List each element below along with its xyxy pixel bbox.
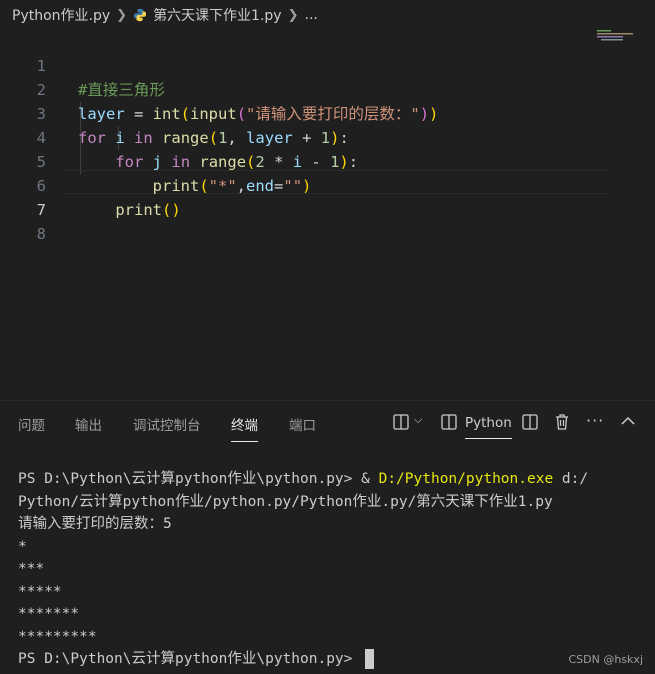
code-line: 6 print() bbox=[0, 150, 655, 219]
terminal-cursor bbox=[365, 649, 375, 669]
python-file-icon bbox=[133, 8, 147, 22]
terminal-line: ******* bbox=[18, 606, 80, 622]
chevron-down-icon[interactable]: ⌵ bbox=[414, 413, 422, 427]
code-line: 1 #直接三角形 bbox=[0, 30, 655, 99]
terminal-line: ***** bbox=[18, 583, 62, 600]
terminal-prompt-line: PS D:\Python\云计算python作业\python.py> bbox=[18, 648, 648, 671]
breadcrumb-more[interactable]: ... bbox=[305, 7, 318, 23]
code-editor[interactable]: 1 #直接三角形 2 layer = int(input("请输入要打印的层数：… bbox=[0, 30, 655, 400]
terminal-line: ********* bbox=[18, 628, 97, 645]
tab-terminal[interactable]: 终端 bbox=[231, 414, 258, 442]
terminal-instance-name[interactable]: Python bbox=[465, 415, 512, 439]
tab-output[interactable]: 输出 bbox=[75, 414, 102, 434]
code-line: 4 for j in range(2 * i - 1): bbox=[0, 102, 655, 171]
code-line: 3 for i in range(1, layer + 1): bbox=[0, 78, 655, 147]
line-number: 8 bbox=[36, 225, 46, 243]
terminal-output[interactable]: PS D:\Python\云计算python作业\python.py> & D:… bbox=[18, 468, 648, 671]
terminal-line: *** bbox=[18, 561, 45, 577]
terminal-split-icon bbox=[441, 414, 457, 430]
terminal-line: PS D:\Python\云计算python作业\python.py> & D:… bbox=[18, 471, 589, 487]
chevron-right-icon: ❯ bbox=[287, 7, 299, 23]
chevron-right-icon: ❯ bbox=[116, 7, 128, 23]
terminal-line: Python/云计算python作业/python.py/Python作业.py… bbox=[18, 493, 553, 510]
trash-icon[interactable] bbox=[554, 413, 570, 431]
terminal-line: 请输入要打印的层数：5 bbox=[18, 516, 172, 532]
code-line: 7 bbox=[0, 174, 655, 219]
watermark: CSDN @hskxj bbox=[568, 653, 644, 666]
more-actions-icon[interactable]: ··· bbox=[586, 411, 604, 430]
chevron-up-icon[interactable] bbox=[620, 415, 636, 427]
split-panel-icon[interactable] bbox=[522, 414, 540, 430]
code-line: 8 bbox=[0, 198, 655, 243]
breadcrumb-folder[interactable]: Python作业.py bbox=[12, 5, 110, 25]
breadcrumb-file[interactable]: 第六天课下作业1.py bbox=[153, 5, 282, 25]
split-terminal-icon[interactable] bbox=[393, 414, 411, 430]
terminal-line: * bbox=[18, 538, 27, 555]
tab-debug-console[interactable]: 调试控制台 bbox=[133, 414, 201, 434]
tab-problems[interactable]: 问题 bbox=[18, 414, 45, 434]
tab-ports[interactable]: 端口 bbox=[289, 414, 316, 434]
breadcrumb: Python作业.py ❯ 第六天课下作业1.py ❯ ... bbox=[0, 0, 655, 30]
code-line: 5 print("*",end="") bbox=[0, 126, 655, 195]
panel-tab-bar: 问题 输出 调试控制台 终端 端口 ⌵ Python ··· bbox=[0, 400, 655, 444]
code-line: 2 layer = int(input("请输入要打印的层数：")) bbox=[0, 54, 655, 123]
